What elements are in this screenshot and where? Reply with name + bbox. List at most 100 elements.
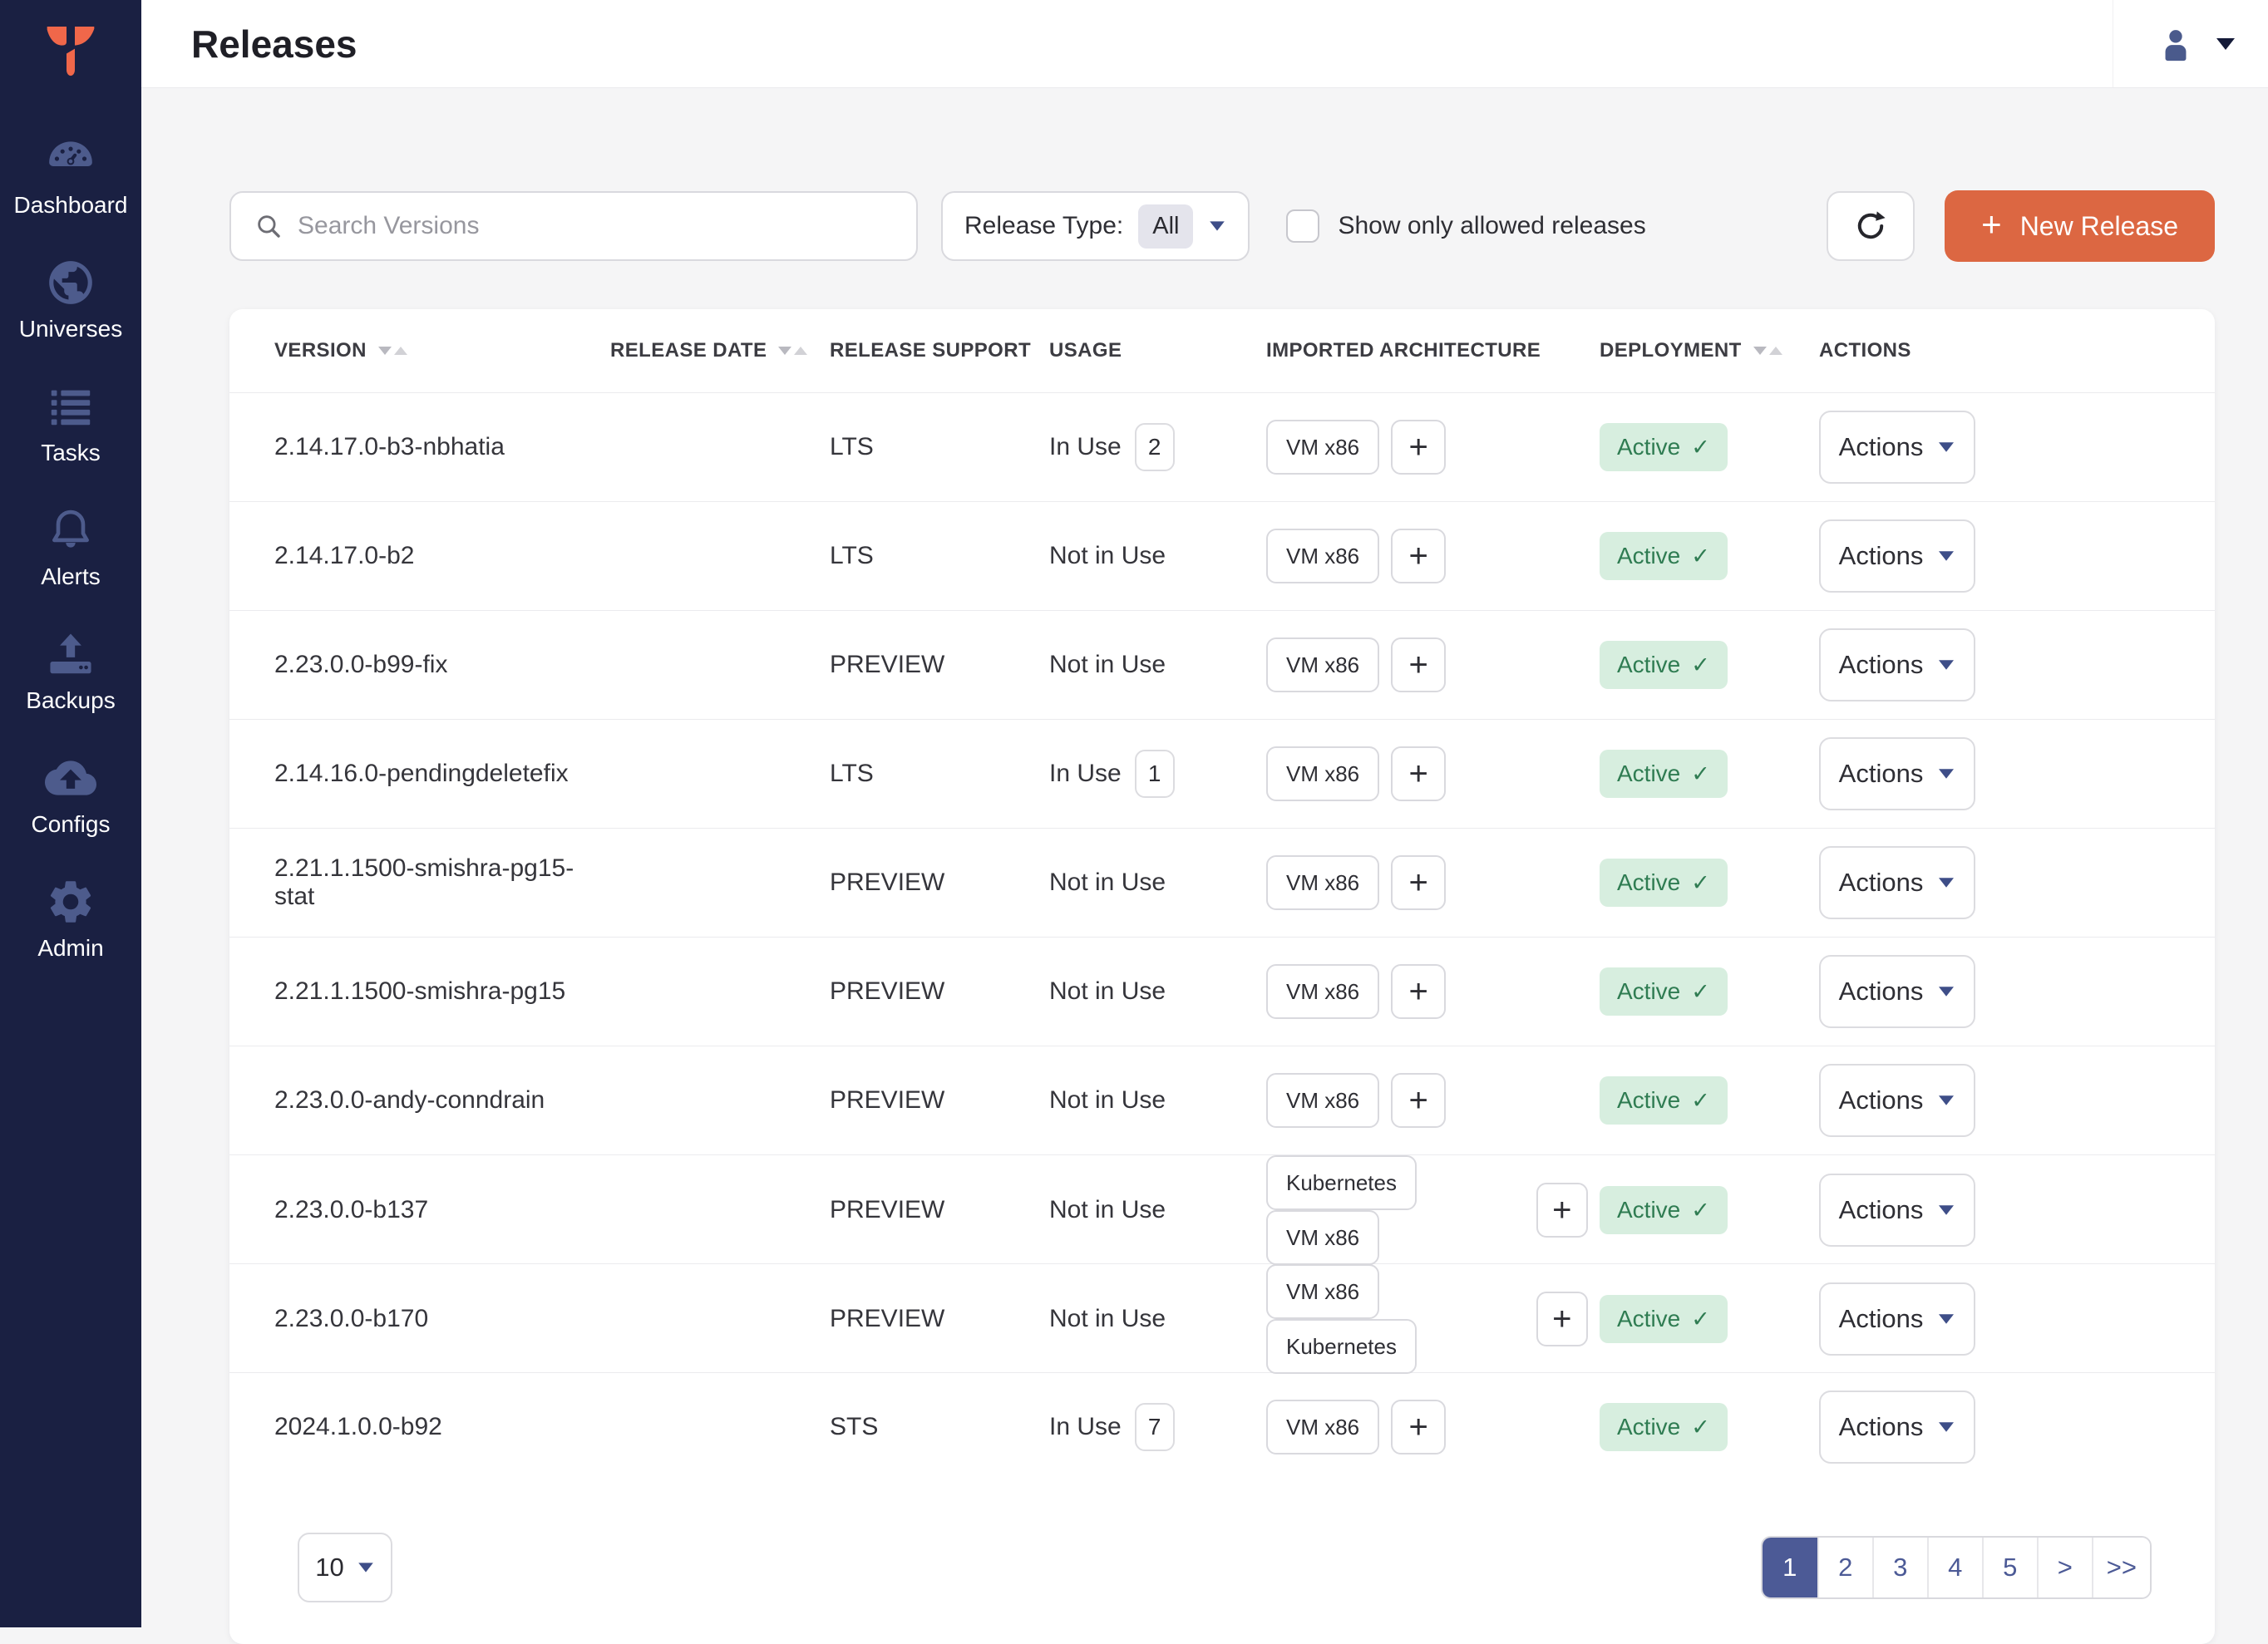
add-architecture-button[interactable]: + xyxy=(1391,1073,1446,1128)
check-icon: ✓ xyxy=(1691,870,1710,896)
architecture-chips: VM x86 xyxy=(1266,1073,1391,1128)
add-architecture-button[interactable]: + xyxy=(1536,1292,1588,1346)
allowed-releases-checkbox[interactable] xyxy=(1286,209,1319,243)
column-header-release-date[interactable]: RELEASE DATE xyxy=(610,339,830,362)
version-cell: 2.14.17.0-b3-nbhatia xyxy=(274,433,610,461)
add-architecture-button[interactable]: + xyxy=(1391,637,1446,692)
architecture-chips: VM x86 xyxy=(1266,420,1391,475)
deployment-status-text: Active xyxy=(1617,1087,1680,1114)
version-text: 2.14.17.0-b2 xyxy=(274,542,414,570)
architecture-chip[interactable]: VM x86 xyxy=(1266,420,1379,475)
actions-button[interactable]: Actions xyxy=(1819,519,1975,593)
architecture-chip[interactable]: VM x86 xyxy=(1266,964,1379,1019)
architecture-chip[interactable]: VM x86 xyxy=(1266,1073,1379,1128)
page-button-3[interactable]: 3 xyxy=(1872,1538,1927,1597)
chevron-down-icon xyxy=(1939,442,1954,451)
actions-cell: Actions xyxy=(1819,846,2182,919)
column-header-version[interactable]: VERSION xyxy=(274,339,610,362)
usage-cell: Not in Use xyxy=(1049,1196,1266,1224)
actions-cell: Actions xyxy=(1819,1282,2182,1356)
sidebar-item-label: Configs xyxy=(32,811,111,838)
page-button-1[interactable]: 1 xyxy=(1763,1538,1817,1597)
release-support-cell: PREVIEW xyxy=(830,1196,1049,1224)
chevron-down-icon xyxy=(1939,1095,1954,1105)
deployment-status-text: Active xyxy=(1617,543,1680,569)
page-button-4[interactable]: 4 xyxy=(1927,1538,1982,1597)
check-icon: ✓ xyxy=(1691,652,1710,678)
sidebar-item-dashboard[interactable]: Dashboard xyxy=(0,133,141,219)
page-size-select[interactable]: 10 xyxy=(298,1533,392,1602)
sidebar-item-universes[interactable]: Universes xyxy=(0,257,141,342)
actions-button[interactable]: Actions xyxy=(1819,737,1975,810)
deployment-cell: Active ✓ xyxy=(1600,1403,1819,1451)
page-button-5[interactable]: 5 xyxy=(1982,1538,2037,1597)
search-input[interactable] xyxy=(298,212,893,240)
actions-button[interactable]: Actions xyxy=(1819,628,1975,701)
add-architecture-button[interactable]: + xyxy=(1391,746,1446,801)
chevron-down-icon xyxy=(1939,551,1954,560)
next-page-button[interactable]: > xyxy=(2037,1538,2092,1597)
deployment-cell: Active ✓ xyxy=(1600,750,1819,798)
table-header-row: VERSION RELEASE DATE RELEASE SUPPORT USA… xyxy=(229,309,2215,392)
actions-button[interactable]: Actions xyxy=(1819,846,1975,919)
add-architecture-button[interactable]: + xyxy=(1391,964,1446,1019)
toolbar: Release Type: All Show only allowed rele… xyxy=(229,190,2215,262)
sidebar-item-tasks[interactable]: Tasks xyxy=(0,381,141,466)
sidebar-item-backups[interactable]: Backups xyxy=(0,628,141,714)
add-architecture-button[interactable]: + xyxy=(1391,420,1446,475)
sidebar-item-label: Backups xyxy=(26,687,115,714)
sidebar-item-configs[interactable]: Configs xyxy=(0,752,141,838)
add-architecture-button[interactable]: + xyxy=(1391,855,1446,910)
user-menu[interactable] xyxy=(2113,0,2268,87)
column-header-deployment[interactable]: DEPLOYMENT xyxy=(1600,339,1819,362)
add-architecture-button[interactable]: + xyxy=(1536,1183,1588,1238)
architecture-chip[interactable]: VM x86 xyxy=(1266,1210,1379,1265)
sidebar: Dashboard Universes Tasks Alerts xyxy=(0,0,141,1627)
deployment-cell: Active ✓ xyxy=(1600,532,1819,580)
check-icon: ✓ xyxy=(1691,979,1710,1005)
add-architecture-button[interactable]: + xyxy=(1391,1400,1446,1454)
actions-cell: Actions xyxy=(1819,411,2182,484)
deployment-status-badge: Active ✓ xyxy=(1600,1186,1728,1234)
add-architecture-button[interactable]: + xyxy=(1391,529,1446,583)
release-support-text: PREVIEW xyxy=(830,1305,944,1333)
actions-button-label: Actions xyxy=(1839,1085,1924,1115)
yugabyte-logo[interactable] xyxy=(37,18,104,85)
architecture-chip[interactable]: VM x86 xyxy=(1266,855,1379,910)
architecture-chip[interactable]: Kubernetes xyxy=(1266,1155,1417,1210)
chevron-down-icon xyxy=(1939,769,1954,778)
sidebar-item-alerts[interactable]: Alerts xyxy=(0,505,141,590)
actions-button[interactable]: Actions xyxy=(1819,1174,1975,1247)
architecture-chip[interactable]: Kubernetes xyxy=(1266,1319,1417,1374)
deployment-status-badge: Active ✓ xyxy=(1600,1295,1728,1343)
actions-button[interactable]: Actions xyxy=(1819,955,1975,1028)
usage-text: In Use xyxy=(1049,760,1122,788)
table-row: 2.14.16.0-pendingdeletefix LTS In Use 1 … xyxy=(229,719,2215,828)
refresh-button[interactable] xyxy=(1827,191,1915,261)
new-release-button[interactable]: + New Release xyxy=(1945,190,2215,262)
sidebar-item-admin[interactable]: Admin xyxy=(0,876,141,962)
architecture-chip[interactable]: VM x86 xyxy=(1266,529,1379,583)
release-type-filter[interactable]: Release Type: All xyxy=(941,191,1250,261)
actions-button[interactable]: Actions xyxy=(1819,411,1975,484)
page-button-2[interactable]: 2 xyxy=(1817,1538,1872,1597)
version-text: 2.23.0.0-b99-fix xyxy=(274,651,447,679)
actions-button-label: Actions xyxy=(1839,1412,1924,1442)
user-icon xyxy=(2157,25,2195,63)
version-cell: 2.14.16.0-pendingdeletefix xyxy=(274,760,610,788)
topbar: Releases xyxy=(141,0,2268,88)
usage-text: Not in Use xyxy=(1049,651,1166,679)
architecture-chip[interactable]: VM x86 xyxy=(1266,1264,1379,1319)
release-support-text: LTS xyxy=(830,542,874,570)
deployment-status-text: Active xyxy=(1617,869,1680,896)
actions-button[interactable]: Actions xyxy=(1819,1282,1975,1356)
actions-button[interactable]: Actions xyxy=(1819,1391,1975,1464)
architecture-chip[interactable]: VM x86 xyxy=(1266,1400,1379,1454)
last-page-button[interactable]: >> xyxy=(2092,1538,2150,1597)
search-box[interactable] xyxy=(229,191,918,261)
architecture-chip[interactable]: VM x86 xyxy=(1266,637,1379,692)
architecture-chip[interactable]: VM x86 xyxy=(1266,746,1379,801)
actions-button[interactable]: Actions xyxy=(1819,1064,1975,1137)
usage-text: In Use xyxy=(1049,1413,1122,1441)
table-row: 2.14.17.0-b3-nbhatia LTS In Use 2 VM x86… xyxy=(229,392,2215,501)
